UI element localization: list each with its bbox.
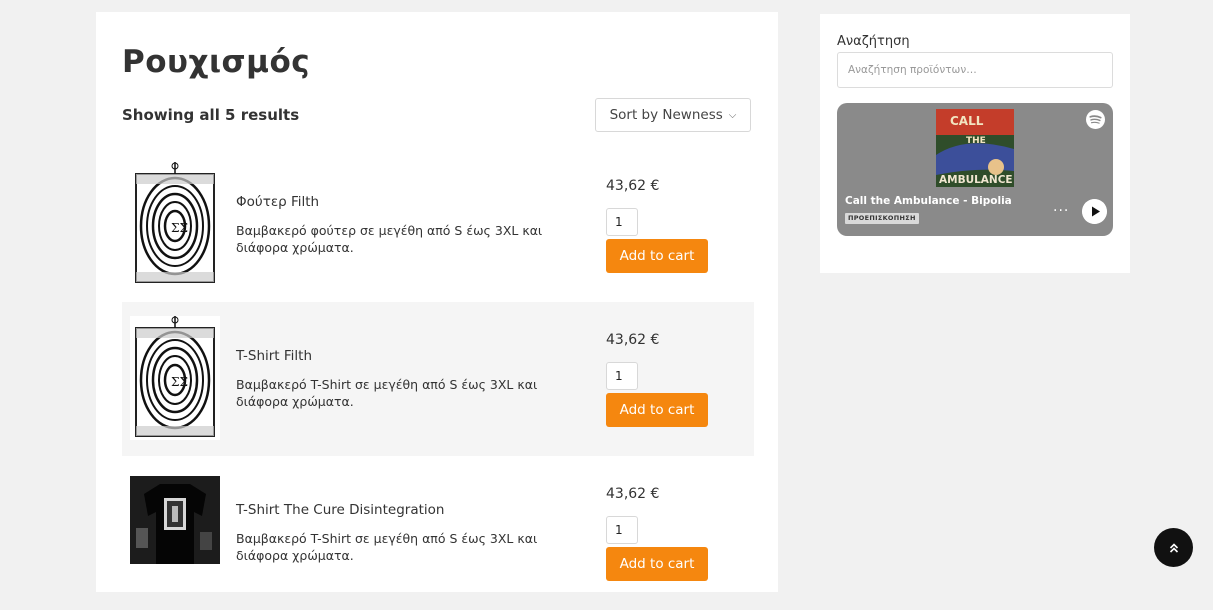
results-count: Showing all 5 results — [122, 106, 300, 124]
product-item: ΣΣ T-Shirt Filth Βαμβακερό T-Shirt σε με… — [122, 302, 754, 456]
product-item: T-Shirt The Cure Disintegration Βαμβακερ… — [122, 456, 754, 610]
product-price: 43,62 € — [606, 178, 660, 194]
spotify-player: CALL THE AMBULANCE Call the Ambulance - … — [837, 103, 1113, 236]
product-name[interactable]: Φούτερ Filth — [236, 194, 319, 210]
product-item: ΣΣ Φούτερ Filth Βαμβακερό φούτερ σε μεγέ… — [122, 148, 754, 302]
product-price: 43,62 € — [606, 332, 660, 348]
product-listing: Ρουχισμός Showing all 5 results Sort by … — [96, 12, 778, 592]
sidebar: Αναζήτηση Αναζήτηση προϊόντων… CALL THE … — [820, 14, 1130, 273]
spotify-icon[interactable] — [1086, 110, 1105, 129]
chevrons-up-icon — [1169, 542, 1178, 553]
add-to-cart-button[interactable]: Add to cart — [606, 547, 708, 581]
play-icon[interactable] — [1082, 199, 1107, 224]
product-price: 43,62 € — [606, 486, 660, 502]
product-name[interactable]: T-Shirt Filth — [236, 348, 312, 364]
svg-text:ΣΣ: ΣΣ — [171, 221, 188, 235]
album-cover[interactable]: CALL THE AMBULANCE — [936, 109, 1014, 187]
search-input[interactable]: Αναζήτηση προϊόντων… — [837, 52, 1113, 88]
sort-label: Sort by Newness — [609, 107, 723, 123]
product-image-cure-tshirt[interactable] — [130, 476, 220, 564]
preview-badge: ΠΡΟΕΠΙΣΚΟΠΗΣΗ — [845, 213, 919, 224]
add-to-cart-button[interactable]: Add to cart — [606, 239, 708, 273]
product-description: Βαμβακερό T-Shirt σε μεγέθη από S έως 3X… — [236, 377, 538, 409]
quantity-input[interactable]: 1 — [606, 362, 638, 390]
sort-dropdown[interactable]: Sort by Newness ⌵ — [595, 98, 751, 132]
scroll-to-top-button[interactable] — [1154, 528, 1193, 567]
search-title: Αναζήτηση — [837, 34, 910, 49]
cover-text-mid: THE — [966, 136, 986, 146]
add-to-cart-button[interactable]: Add to cart — [606, 393, 708, 427]
quantity-input[interactable]: 1 — [606, 208, 638, 236]
product-image-filth-tshirt[interactable]: ΣΣ — [130, 316, 220, 440]
chevron-down-icon: ⌵ — [728, 109, 737, 121]
product-image-filth-hoodie[interactable]: ΣΣ — [130, 162, 220, 286]
cover-text-bottom: AMBULANCE — [939, 174, 1013, 186]
more-options-button[interactable]: ··· — [1053, 203, 1069, 219]
svg-text:ΣΣ: ΣΣ — [171, 375, 188, 389]
product-description: Βαμβακερό φούτερ σε μεγέθη από S έως 3XL… — [236, 223, 543, 255]
page-title: Ρουχισμός — [122, 44, 311, 80]
product-description: Βαμβακερό T-Shirt σε μεγέθη από S έως 3X… — [236, 531, 538, 563]
quantity-input[interactable]: 1 — [606, 516, 638, 544]
track-title[interactable]: Call the Ambulance - Bipolia — [845, 195, 1012, 207]
cover-text-top: CALL — [950, 114, 984, 128]
product-name[interactable]: T-Shirt The Cure Disintegration — [236, 502, 444, 518]
